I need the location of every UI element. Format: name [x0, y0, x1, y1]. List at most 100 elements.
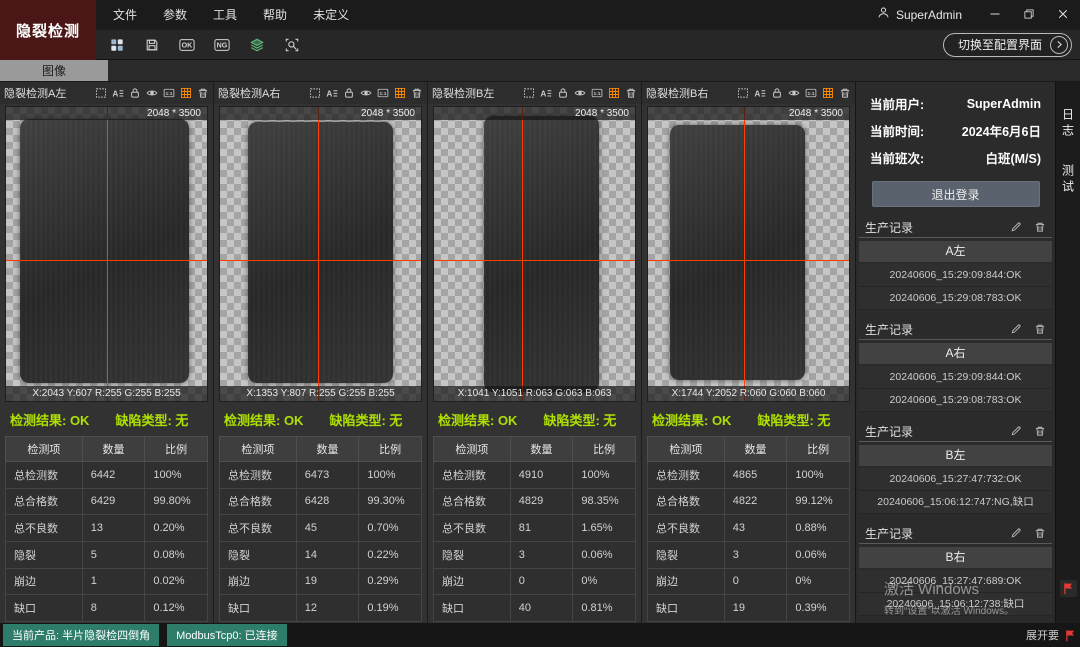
one-to-one-icon[interactable]: 1:1: [591, 87, 603, 99]
region-select-icon[interactable]: [523, 87, 535, 99]
region-select-icon[interactable]: [737, 87, 749, 99]
trash-icon[interactable]: [1034, 221, 1046, 233]
current-time-value: 2024年6月6日: [962, 121, 1041, 140]
one-to-one-icon[interactable]: 1:1: [377, 87, 389, 99]
trash-icon[interactable]: [625, 87, 637, 99]
trash-icon[interactable]: [1034, 527, 1046, 539]
auto-fit-icon[interactable]: A: [754, 87, 766, 99]
menu-item[interactable]: 文件: [100, 0, 150, 30]
region-select-icon[interactable]: [95, 87, 107, 99]
grid-icon[interactable]: [608, 87, 620, 99]
pencil-icon[interactable]: [1010, 221, 1022, 233]
panel-header: 隐裂检测A左A1:1: [0, 82, 213, 104]
logout-button[interactable]: 退出登录: [872, 181, 1040, 207]
record-entry[interactable]: 20240606_15:27:47:689:OK: [859, 570, 1052, 593]
trash-icon[interactable]: [839, 87, 851, 99]
auto-fit-icon[interactable]: A: [540, 87, 552, 99]
production-record-group: 生产记录A右20240606_15:29:09:844:OK20240606_1…: [859, 319, 1052, 412]
eye-icon[interactable]: [146, 87, 158, 99]
search-region-icon[interactable]: [283, 37, 301, 53]
record-entry[interactable]: 20240606_15:29:09:844:OK: [859, 366, 1052, 389]
layers-icon[interactable]: [248, 37, 266, 53]
eye-icon[interactable]: [574, 87, 586, 99]
pencil-icon[interactable]: [1010, 527, 1022, 539]
stats-header: 数量: [296, 437, 359, 462]
eye-icon[interactable]: [360, 87, 372, 99]
stats-cell: 19: [296, 568, 359, 595]
minimize-button[interactable]: [978, 0, 1012, 30]
camera-image[interactable]: 2048 * 3500X:1041 Y:1051 R:063 G:063 B:0…: [433, 106, 636, 402]
panel-header: 隐裂检测A右A1:1: [214, 82, 427, 104]
grid-icon[interactable]: [394, 87, 406, 99]
minimize-icon: [989, 8, 1001, 23]
one-to-one-icon[interactable]: 1:1: [805, 87, 817, 99]
grid-icon[interactable]: [180, 87, 192, 99]
switch-to-config-button[interactable]: 切换至配置界面: [943, 33, 1072, 57]
ok-stamp-icon[interactable]: OK: [178, 37, 196, 53]
tab-test[interactable]: 测试: [1060, 164, 1077, 196]
eye-icon[interactable]: [788, 87, 800, 99]
pencil-icon[interactable]: [1010, 323, 1022, 335]
titlebar: 隐裂检测 文件参数工具帮助未定义 SuperAdmin OKNG 切换至配置界面: [0, 0, 1080, 60]
lock-icon[interactable]: [129, 87, 141, 99]
record-entry[interactable]: 20240606_15:29:09:844:OK: [859, 264, 1052, 287]
pixel-coordinates: X:1353 Y:807 R:255 G:255 B:255: [220, 386, 421, 401]
record-header: 生产记录: [859, 217, 1052, 238]
expand-label[interactable]: 展开要: [1026, 627, 1059, 643]
defect-type: 缺陷类型: 无: [543, 410, 616, 429]
table-row: 崩边00%: [648, 568, 850, 595]
record-entry[interactable]: 20240606_15:29:08:783:OK: [859, 287, 1052, 310]
stats-cell: 3: [724, 541, 787, 568]
close-icon: [1057, 8, 1069, 23]
region-select-icon[interactable]: [309, 87, 321, 99]
lock-icon[interactable]: [557, 87, 569, 99]
table-row: 总不良数430.88%: [648, 515, 850, 542]
restore-icon: [1023, 8, 1035, 23]
trash-icon[interactable]: [197, 87, 209, 99]
tab-image[interactable]: 图像: [0, 60, 108, 81]
lock-icon[interactable]: [771, 87, 783, 99]
grid-icon[interactable]: [822, 87, 834, 99]
flag-icon[interactable]: [1060, 580, 1077, 597]
tab-log[interactable]: 日志: [1060, 108, 1077, 140]
menu-item[interactable]: 帮助: [250, 0, 300, 30]
pencil-icon[interactable]: [1010, 425, 1022, 437]
menu-item[interactable]: 工具: [200, 0, 250, 30]
restore-button[interactable]: [1012, 0, 1046, 30]
menu-item[interactable]: 未定义: [300, 0, 362, 30]
trash-icon[interactable]: [411, 87, 423, 99]
flag-icon[interactable]: [1064, 629, 1077, 642]
inspection-result: 检测结果: OK: [652, 410, 731, 429]
pixel-coordinates: X:2043 Y:607 R:255 G:255 B:255: [6, 386, 207, 401]
camera-image[interactable]: 2048 * 3500X:1744 Y:2052 R:060 G:060 B:0…: [647, 106, 850, 402]
camera-image[interactable]: 2048 * 3500X:2043 Y:607 R:255 G:255 B:25…: [5, 106, 208, 402]
svg-text:1:1: 1:1: [379, 91, 386, 97]
stats-cell: 99.30%: [359, 488, 422, 515]
stats-cell: 14: [296, 541, 359, 568]
one-to-one-icon[interactable]: 1:1: [163, 87, 175, 99]
menu-item[interactable]: 参数: [150, 0, 200, 30]
stats-cell: 隐裂: [648, 541, 725, 568]
close-button[interactable]: [1046, 0, 1080, 30]
chevron-right-icon: [1050, 36, 1068, 54]
panel-toolbar: A 1:1: [737, 87, 851, 99]
product-image: [670, 125, 805, 381]
save-icon[interactable]: [143, 37, 161, 53]
ng-stamp-icon[interactable]: NG: [213, 37, 231, 53]
trash-icon[interactable]: [1034, 425, 1046, 437]
production-record-group: 生产记录A左20240606_15:29:09:844:OK20240606_1…: [859, 217, 1052, 310]
auto-fit-icon[interactable]: A: [112, 87, 124, 99]
stats-cell: 崩边: [6, 568, 83, 595]
trash-icon[interactable]: [1034, 323, 1046, 335]
apps-grid-icon[interactable]: [108, 37, 126, 53]
record-entry[interactable]: 20240606_15:27:47:732:OK: [859, 468, 1052, 491]
record-entry[interactable]: 20240606_15:06:12:738:缺口: [859, 593, 1052, 616]
record-entry[interactable]: 20240606_15:29:08:783:OK: [859, 389, 1052, 412]
table-row: 崩边190.29%: [220, 568, 422, 595]
camera-image[interactable]: 2048 * 3500X:1353 Y:807 R:255 G:255 B:25…: [219, 106, 422, 402]
lock-icon[interactable]: [343, 87, 355, 99]
result-row: 检测结果: OK缺陷类型: 无: [214, 402, 427, 436]
record-title: 生产记录: [865, 423, 913, 440]
record-entry[interactable]: 20240606_15:06:12:747:NG,缺口: [859, 491, 1052, 514]
auto-fit-icon[interactable]: A: [326, 87, 338, 99]
